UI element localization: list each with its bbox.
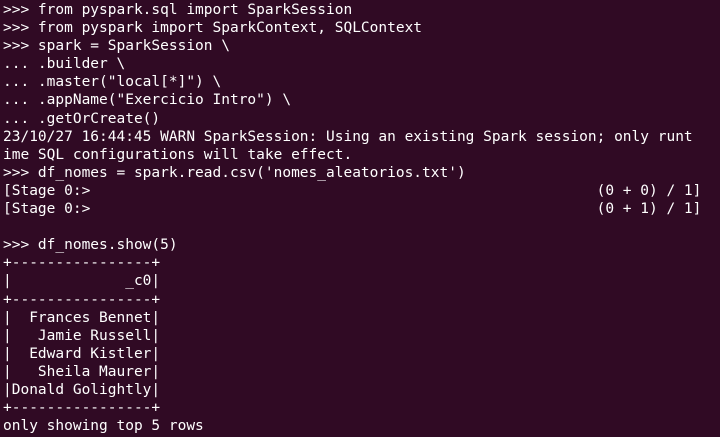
table-border-top: +----------------+ [3,255,161,272]
table-row: | Edward Kistler| [3,345,161,362]
table-border-header: +----------------+ [3,291,161,308]
terminal-line-appname: ... .appName("Exercicio Intro") \ [3,92,292,109]
terminal-line-show-command: >>> df_nomes.show(5) [3,237,178,254]
table-row: | Jamie Russell| [3,327,161,344]
terminal-line-warn-1: 23/10/27 16:44:45 WARN SparkSession: Usi… [3,128,693,145]
table-row: |Donald Golightly| [3,381,161,398]
terminal-window[interactable]: >>> from pyspark.sql import SparkSession… [0,0,720,437]
terminal-line-spark-assign: >>> spark = SparkSession \ [3,38,230,55]
table-row: | Sheila Maurer| [3,363,161,380]
terminal-line-import-sparkcontext: >>> from pyspark import SparkContext, SQ… [3,20,423,37]
terminal-line-stage-progress-2: [Stage 0:> (0 + 1) / 1] [3,201,702,218]
terminal-line-master: ... .master("local[*]") \ [3,74,222,91]
table-border-bottom: +----------------+ [3,400,161,417]
table-header-row: | _c0| [3,273,161,290]
terminal-line-read-csv: >>> df_nomes = spark.read.csv('nomes_ale… [3,164,466,181]
terminal-line-getorcreate: ... .getOrCreate() [3,110,161,127]
table-row: | Frances Bennet| [3,309,161,326]
terminal-line-showing-top-rows: only showing top 5 rows [3,418,204,435]
terminal-line-builder: ... .builder \ [3,56,126,73]
terminal-line-stage-progress-1: [Stage 0:> (0 + 0) / 1] [3,182,702,199]
terminal-line-warn-2: ime SQL configurations will take effect. [3,146,353,163]
terminal-line-import-sparksession: >>> from pyspark.sql import SparkSession [3,2,353,18]
